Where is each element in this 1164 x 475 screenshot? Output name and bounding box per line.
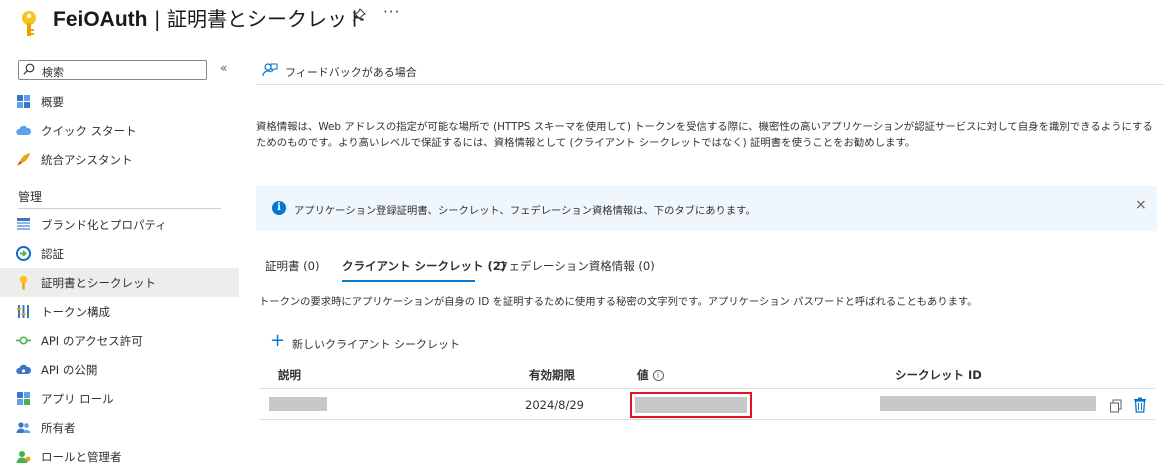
key-app-icon: [22, 11, 36, 36]
sidebar-item-label: 概要: [41, 95, 64, 109]
authentication-icon: [16, 246, 31, 261]
sidebar-item-roles-admins[interactable]: ロールと管理者: [0, 442, 239, 471]
feedback-button[interactable]: フィードバックがある場合: [285, 64, 417, 80]
info-banner: i アプリケーション登録証明書、シークレット、フェデレーション資格情報は、下のタ…: [256, 186, 1157, 231]
sidebar-item-label: 統合アシスタント: [41, 153, 133, 167]
roles-admins-icon: [16, 451, 31, 463]
table-row-divider: [259, 419, 1155, 420]
page-subtitle: | 証明書とシークレット: [153, 7, 367, 31]
api-permissions-icon: [16, 336, 31, 345]
add-icon: +: [270, 330, 286, 351]
main-content: フィードバックがある場合 資格情報は、Web アドレスの指定が可能な場所で (H…: [256, 55, 1164, 475]
tab-description: トークンの要求時にアプリケーションが自身の ID を証明するために使用する秘密の…: [259, 296, 978, 308]
sidebar-item-expose-api[interactable]: API の公開: [0, 355, 239, 384]
copy-icon[interactable]: [1109, 399, 1123, 413]
expires-cell: 2024/8/29: [525, 398, 584, 412]
owners-icon: [16, 422, 31, 433]
rocket-icon: [17, 153, 30, 166]
sidebar-item-label: 所有者: [41, 421, 76, 435]
sidebar-item-label: 認証: [41, 247, 64, 261]
sidebar-item-app-roles[interactable]: アプリ ロール: [0, 384, 239, 413]
feedback-icon: [262, 63, 278, 77]
key-icon: [19, 275, 28, 290]
tab-certificates[interactable]: 証明書 (0): [265, 258, 319, 274]
banner-message: アプリケーション登録証明書、シークレット、フェデレーション資格情報は、下のタブに…: [294, 205, 756, 217]
sidebar-item-label: トークン構成: [41, 305, 110, 319]
sidebar-item-label: ブランド化とプロパティ: [41, 218, 167, 232]
cloud-quickstart-icon: [16, 125, 31, 135]
search-placeholder: 検索: [42, 66, 64, 79]
sidebar-item-token-configuration[interactable]: トークン構成: [0, 297, 239, 326]
info-icon: i: [272, 201, 286, 215]
sidebar-item-integration-assistant[interactable]: 統合アシスタント: [0, 145, 239, 174]
resource-menu: 検索 « 概要 クイック スタート 統合アシスタント 管理 ブランド化とプロパテ…: [0, 55, 240, 475]
column-header-value: 値i: [637, 367, 664, 383]
sidebar-item-label: ロールと管理者: [41, 450, 122, 464]
search-icon: [23, 63, 35, 75]
column-header-secret-id: シークレット ID: [895, 368, 982, 382]
overview-icon: [17, 95, 30, 108]
sidebar-item-label: API の公開: [41, 363, 98, 377]
sidebar-item-quickstart[interactable]: クイック スタート: [0, 116, 239, 145]
sidebar-item-label: アプリ ロール: [41, 392, 114, 406]
active-tab-indicator: [342, 280, 475, 282]
column-header-value-label: 値: [637, 368, 649, 382]
page-description: 資格情報は、Web アドレスの指定が可能な場所で (HTTPS スキーマを使用し…: [256, 121, 1153, 149]
redacted-description: [269, 397, 327, 411]
tab-client-secrets[interactable]: クライアント シークレット (2): [342, 258, 506, 274]
app-name: FeiOAuth: [53, 8, 148, 31]
sidebar-item-certificates-secrets[interactable]: 証明書とシークレット: [0, 268, 239, 297]
tab-federated-credentials[interactable]: フェデレーション資格情報 (0): [497, 258, 655, 274]
pin-icon[interactable]: [352, 8, 366, 22]
sidebar-item-authentication[interactable]: 認証: [0, 239, 239, 268]
menu-search-input[interactable]: 検索: [18, 60, 207, 80]
table-header-divider: [259, 388, 1155, 389]
new-client-secret-label: 新しいクライアント シークレット: [292, 338, 461, 351]
delete-icon[interactable]: [1133, 397, 1147, 413]
sidebar-item-label: 証明書とシークレット: [41, 276, 156, 290]
branding-icon: [17, 218, 30, 230]
sidebar-item-label: API のアクセス許可: [41, 334, 143, 348]
sidebar-item-api-permissions[interactable]: API のアクセス許可: [0, 326, 239, 355]
column-header-description: 説明: [278, 368, 301, 382]
manage-section-label: 管理: [18, 190, 43, 204]
sidebar-item-owners[interactable]: 所有者: [0, 413, 239, 442]
token-config-icon: [17, 305, 29, 318]
section-divider: [18, 208, 221, 209]
command-bar: フィードバックがある場合: [256, 55, 1164, 85]
collapse-menu-button[interactable]: «: [220, 61, 227, 75]
expose-api-icon: [16, 364, 31, 374]
redacted-secret-id: [880, 396, 1096, 411]
app-roles-icon: [17, 392, 30, 405]
page-title: FeiOAuth | 証明書とシークレット: [53, 3, 367, 32]
column-header-expires: 有効期限: [529, 368, 575, 382]
info-circle-icon[interactable]: i: [652, 370, 664, 381]
page-header: FeiOAuth | 証明書とシークレット ···: [0, 0, 1164, 44]
more-options-button[interactable]: ···: [383, 3, 400, 21]
banner-close-button[interactable]: ×: [1135, 197, 1147, 213]
highlight-box: [630, 392, 752, 418]
sidebar-item-branding[interactable]: ブランド化とプロパティ: [0, 210, 239, 239]
sidebar-item-overview[interactable]: 概要: [0, 87, 239, 116]
sidebar-item-label: クイック スタート: [41, 124, 137, 138]
